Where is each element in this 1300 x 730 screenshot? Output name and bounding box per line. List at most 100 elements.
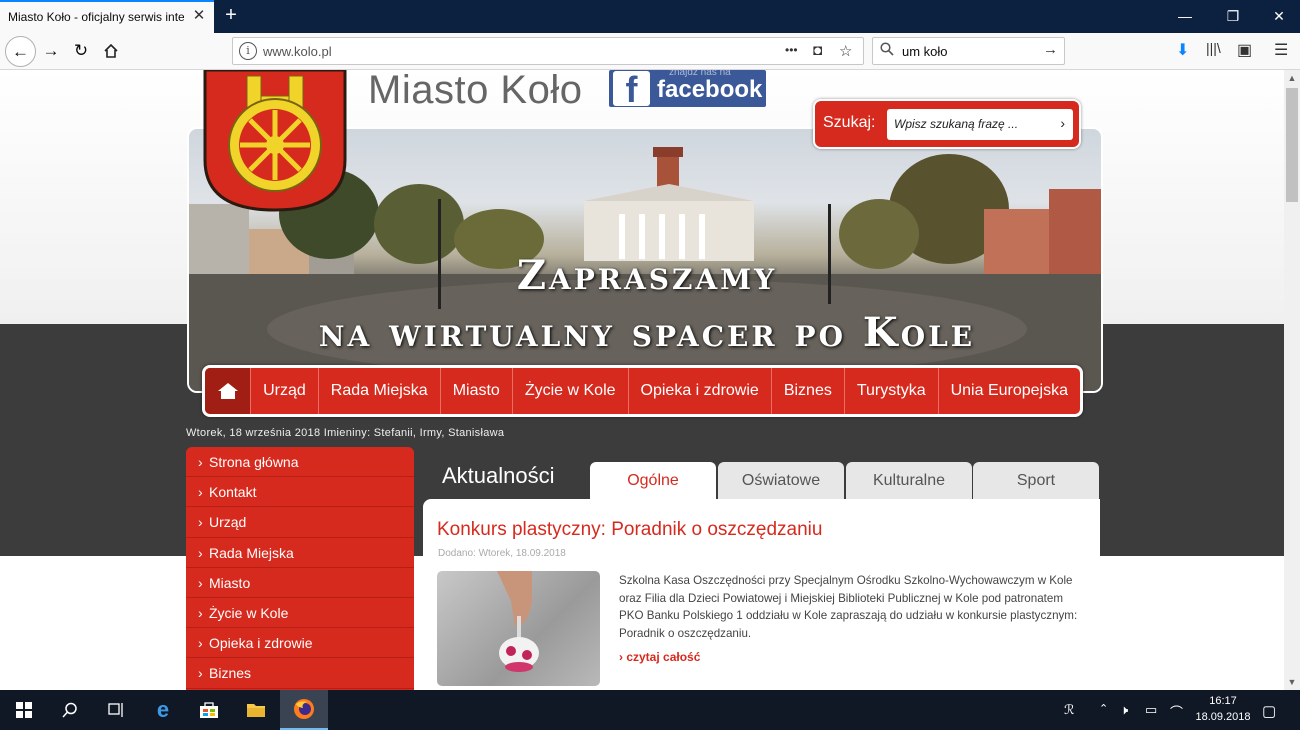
main-menu-item-opieka-i-zdrowie[interactable]: Opieka i zdrowie [627,368,771,414]
downloads-icon[interactable]: ⬇ [1176,40,1189,60]
facebook-icon: f [613,71,650,109]
left-menu-item-miasto[interactable]: Miasto [186,568,414,598]
home-icon [104,43,118,58]
tab-sport[interactable]: Sport [973,462,1099,500]
left-menu-item-opieka-i-zdrowie[interactable]: Opieka i zdrowie [186,628,414,659]
left-menu-item-kontakt[interactable]: Kontakt [186,477,414,508]
clock-time[interactable]: 16:17 [1203,695,1243,707]
browser-search-bar[interactable]: um koło → [872,37,1065,65]
bookmark-star-icon[interactable]: ☆ [839,42,852,60]
web-page: Miasto Koło f znajdź nas na facebook Zap… [0,70,1284,690]
action-center-icon[interactable]: ▢ [1262,702,1276,720]
article-date: Dodano: Wtorek, 18.09.2018 [438,548,566,559]
banner-title-line2: na wirtualny spacer po Kole [318,309,976,356]
tab-oswiatowe[interactable]: Oświatowe [718,462,844,500]
tab-ogolne[interactable]: Ogólne [590,462,716,502]
banner-title-line1: Zapraszamy [516,252,778,299]
left-menu-item-rada-miejska[interactable]: Rada Miejska [186,538,414,568]
page-actions-icon[interactable]: ••• [785,43,798,57]
minimize-button[interactable]: — [1162,0,1208,33]
pocket-icon[interactable]: ◘ [813,42,822,59]
browser-tab[interactable]: Miasto Koło - oficjalny serwis interr ✕ [0,0,214,33]
forward-button[interactable]: → [37,37,65,65]
left-menu-item-biznes[interactable]: Biznes [186,658,414,689]
article-image[interactable] [437,571,600,686]
site-search-widget: Szukaj: Wpisz szukaną frazę ... › [813,99,1081,149]
read-more-link[interactable]: › czytaj całość [619,650,700,664]
browser-search-text[interactable]: um koło [902,44,948,59]
edge-app-icon[interactable]: e [139,690,187,730]
store-icon [200,702,218,718]
file-explorer-app[interactable] [232,690,280,730]
browser-nav-bar: ← → ↻ i www.kolo.pl ••• ◘ ☆ um koło → ⬇ … [0,33,1300,70]
back-button[interactable]: ← [5,36,36,67]
tab-title: Miasto Koło - oficjalny serwis interr [8,10,184,24]
main-menu-item-zycie-w-kole[interactable]: Życie w Kole [511,368,628,414]
show-hidden-icons-icon[interactable]: ⌃ [1099,702,1108,715]
volume-icon[interactable]: 🕨 [1120,702,1128,718]
new-tab-button[interactable]: + [219,3,243,27]
scroll-thumb[interactable] [1286,88,1298,202]
scroll-down-arrow-icon[interactable]: ▼ [1284,674,1300,690]
article-title[interactable]: Konkurs plastyczny: Poradnik o oszczędza… [437,519,822,541]
library-icon[interactable]: |||\ [1206,40,1221,56]
search-icon [62,702,77,718]
search-icon [880,42,894,59]
main-menu-item-biznes[interactable]: Biznes [770,368,844,414]
left-menu-item-zycie-w-kole[interactable]: Życie w Kole [186,598,414,629]
piggy-bank-photo [497,571,539,672]
close-window-button[interactable]: ✕ [1256,0,1300,33]
main-menu-item-urzad[interactable]: Urząd [250,368,318,414]
start-button[interactable] [0,690,48,730]
people-icon[interactable]: ℛ [1064,702,1074,718]
article-body: Szkolna Kasa Oszczędności przy Specjalny… [619,574,1078,640]
task-view-icon [108,703,123,717]
left-menu: Strona główna Kontakt Urząd Rada Miejska… [186,447,414,690]
search-go-icon[interactable]: → [1043,41,1058,58]
browser-tab-bar: Miasto Koło - oficjalny serwis interr ✕ … [0,0,1300,33]
page-scrollbar[interactable]: ▲ ▼ [1284,70,1300,690]
facebook-badge[interactable]: f znajdź nas na facebook [609,70,766,109]
news-panel: Konkurs plastyczny: Poradnik o oszczędza… [423,499,1100,690]
reload-button[interactable]: ↻ [67,37,95,65]
main-menu-item-miasto[interactable]: Miasto [439,368,512,414]
battery-icon[interactable]: ▭ [1145,702,1157,718]
main-menu-home[interactable] [205,368,251,414]
site-search-label: Szukaj: [823,114,876,131]
firefox-icon [294,699,314,719]
firefox-app[interactable] [280,690,328,730]
url-text[interactable]: www.kolo.pl [263,44,332,59]
news-heading: Aktualności [442,463,555,488]
left-menu-item-urzad[interactable]: Urząd [186,507,414,538]
tab-close-icon[interactable]: ✕ [190,7,208,25]
tab-kulturalne[interactable]: Kulturalne [846,462,972,500]
facebook-word: facebook [657,76,763,103]
url-bar[interactable]: i www.kolo.pl ••• ◘ ☆ [232,37,864,65]
main-menu: Urząd Rada Miejska Miasto Życie w Kole O… [202,365,1083,417]
taskbar-search-button[interactable] [46,690,94,730]
site-info-icon[interactable]: i [239,42,257,60]
task-view-button[interactable] [92,690,140,730]
site-title[interactable]: Miasto Koło [368,70,582,113]
sidebar-icon[interactable]: ▣ [1237,40,1252,60]
menu-icon[interactable]: ☰ [1274,40,1288,60]
home-button[interactable] [97,37,125,65]
home-icon [217,383,238,399]
site-search-input[interactable]: Wpisz szukaną frazę ... › [887,109,1073,140]
news-tabs: Ogólne Oświatowe Kulturalne Sport [590,462,1100,502]
main-menu-item-turystyka[interactable]: Turystyka [843,368,938,414]
scroll-up-arrow-icon[interactable]: ▲ [1284,70,1300,86]
site-search-submit-icon[interactable]: › [1060,115,1065,131]
main-menu-item-unia-europejska[interactable]: Unia Europejska [937,368,1080,414]
windows-taskbar: e ℛ ⌃ 🕨 ▭ ⌒ 16:17 18.09.2018 ▢ [0,690,1300,730]
network-icon[interactable]: ⌒ [1170,702,1183,721]
clock-date[interactable]: 18.09.2018 [1193,711,1253,723]
windows-icon [16,702,32,718]
store-app[interactable] [185,690,233,730]
site-search-placeholder: Wpisz szukaną frazę ... [894,117,1019,131]
coat-of-arms-logo[interactable] [203,70,347,212]
main-menu-item-rada-miejska[interactable]: Rada Miejska [317,368,440,414]
left-menu-item-strona-glowna[interactable]: Strona główna [186,447,414,478]
restore-button[interactable]: ❐ [1210,0,1256,33]
folder-icon [247,704,265,717]
